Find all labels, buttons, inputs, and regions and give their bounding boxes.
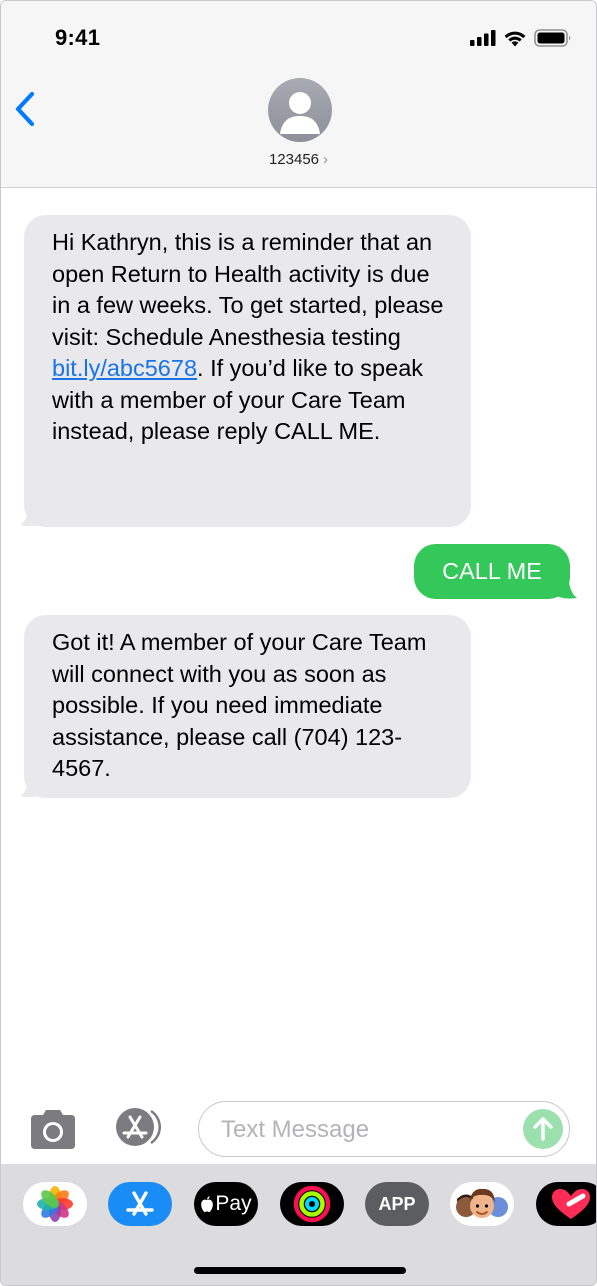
back-chevron-icon[interactable]: [11, 89, 41, 129]
message-text: CALL ME: [442, 558, 542, 584]
status-icons: [470, 29, 572, 47]
conversation-header: 123456 ›: [1, 71, 596, 188]
send-arrow-icon: [533, 1117, 553, 1141]
message-input[interactable]: Text Message: [198, 1101, 570, 1157]
person-avatar-icon: [280, 92, 320, 134]
contact-name: 123456: [268, 151, 320, 168]
outgoing-message-bubble: CALL ME: [414, 544, 570, 599]
message-input-placeholder: Text Message: [221, 1116, 370, 1143]
app-store-app-icon[interactable]: [108, 1182, 172, 1226]
wifi-icon: [504, 31, 526, 46]
message-text: Hi Kathryn, this is a reminder that an o…: [52, 229, 444, 350]
app-store-icon[interactable]: [113, 1107, 169, 1147]
signal-icon: [470, 30, 496, 46]
camera-icon[interactable]: [27, 1109, 79, 1149]
home-indicator: [194, 1267, 406, 1274]
chevron-right-icon: ›: [323, 151, 329, 168]
message-link[interactable]: bit.ly/abc5678: [52, 355, 197, 381]
contact-name-button[interactable]: 123456 ›: [1, 151, 596, 168]
contact-avatar[interactable]: [268, 78, 332, 142]
photos-app-icon[interactable]: [23, 1182, 87, 1226]
status-time: 9:41: [55, 25, 101, 50]
incoming-message-bubble: Got it! A member of your Care Team will …: [24, 615, 471, 798]
messages-screen: 9:41 123456 › Hi Kathryn, this is a remi…: [0, 0, 597, 1286]
generic-app-label: APP: [378, 1193, 416, 1214]
message-text: Got it! A member of your Care Team will …: [52, 629, 427, 781]
send-button[interactable]: [523, 1109, 563, 1149]
battery-icon: [534, 29, 571, 47]
heart-sticker-app-icon[interactable]: [536, 1182, 596, 1226]
apple-logo-icon: [201, 1195, 214, 1212]
message-composer: Text Message: [1, 1097, 596, 1161]
generic-app-icon[interactable]: APP: [365, 1182, 429, 1226]
status-bar: 9:41: [1, 1, 596, 71]
apple-pay-app-icon[interactable]: Pay: [194, 1182, 258, 1226]
apple-pay-label: Pay: [215, 1192, 252, 1215]
incoming-message-bubble: Hi Kathryn, this is a reminder that an o…: [24, 215, 471, 527]
memoji-app-icon[interactable]: [450, 1182, 514, 1226]
fitness-app-icon[interactable]: [280, 1182, 344, 1226]
